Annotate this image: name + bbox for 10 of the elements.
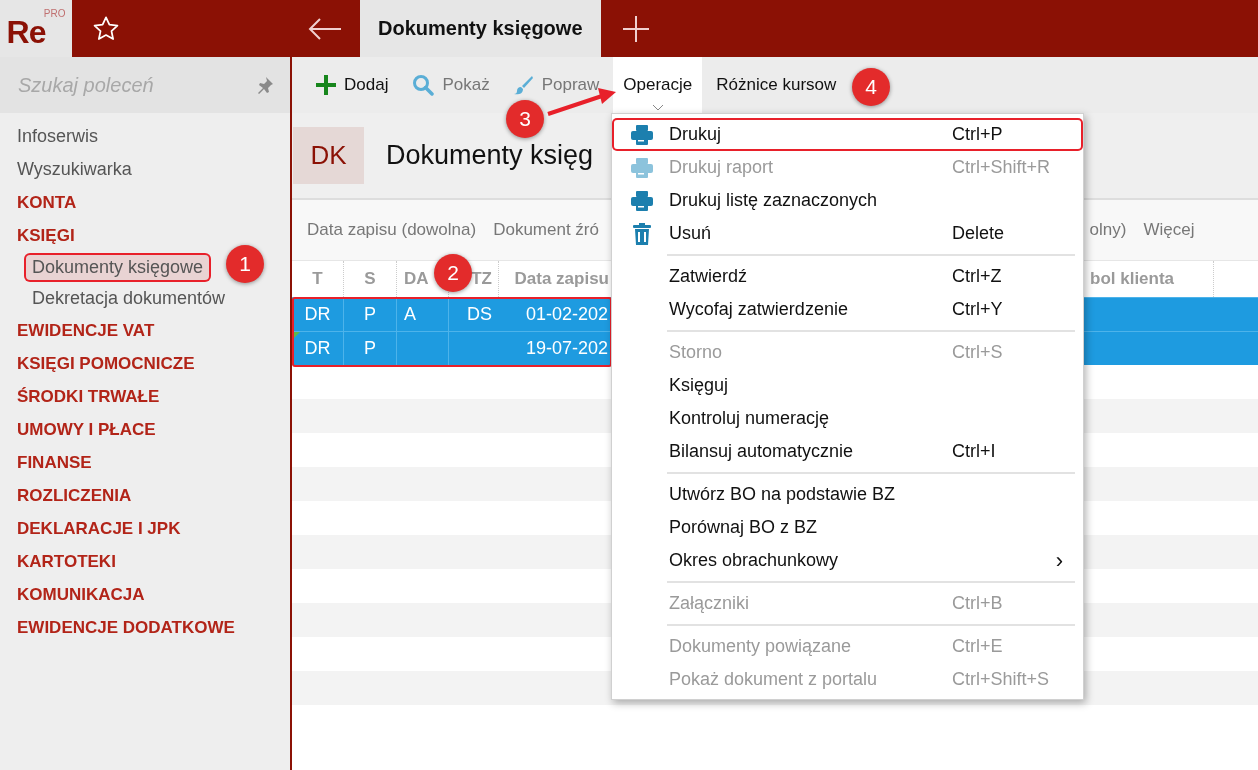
table-cell: P	[364, 338, 376, 359]
table-cell: DS	[467, 304, 492, 325]
table-cell: A	[404, 304, 416, 325]
table-cell: DR	[304, 338, 331, 359]
table-cell: P	[364, 304, 376, 325]
table-cell: 01-02-202	[525, 304, 608, 325]
module-badge: DK	[293, 127, 364, 184]
page-title: Dokumenty księg	[386, 140, 594, 171]
table-cell: DR	[304, 304, 331, 325]
table-cell: 19-07-202	[525, 338, 608, 359]
